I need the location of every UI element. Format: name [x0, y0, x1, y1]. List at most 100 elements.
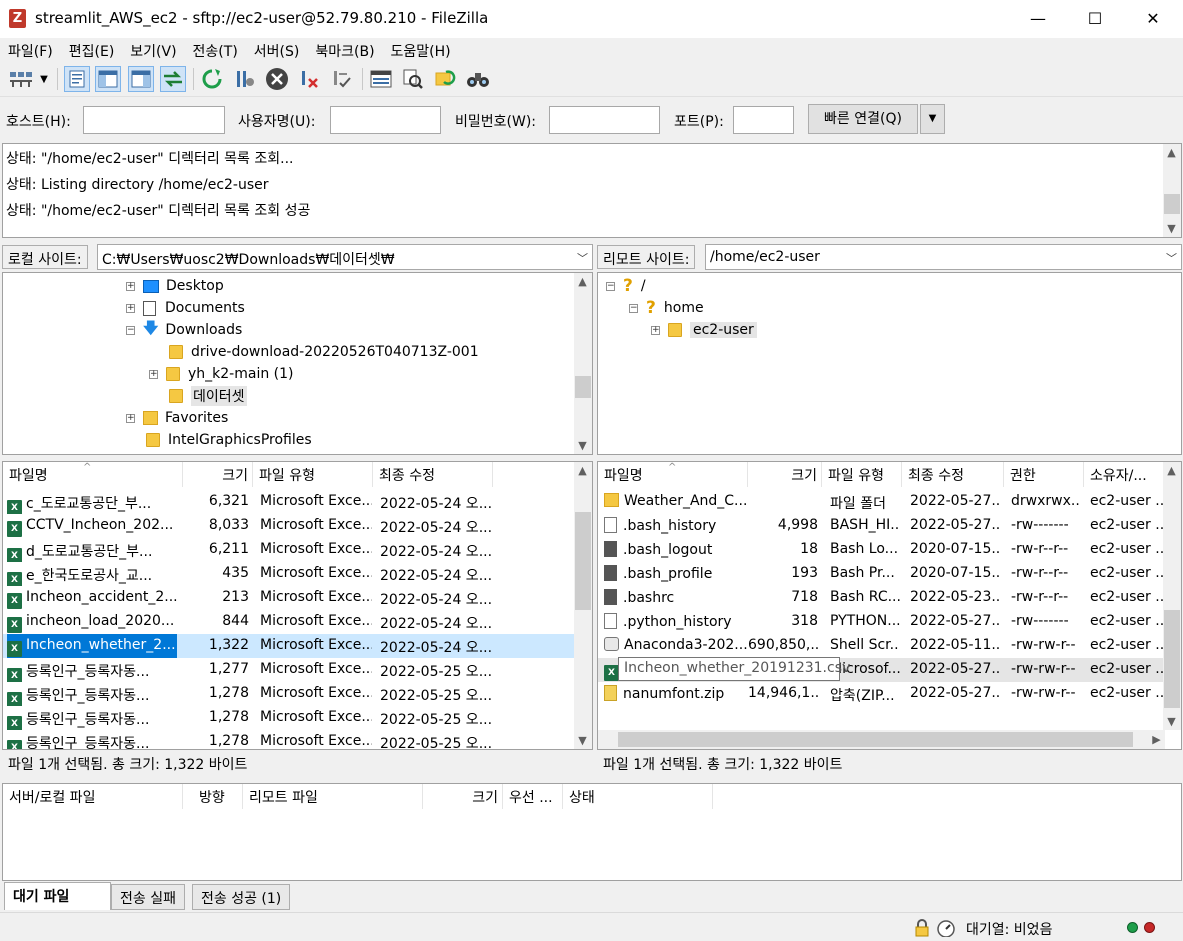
- quickconnect-dropdown-icon[interactable]: ▼: [920, 104, 945, 134]
- tab-failed-transfers[interactable]: 전송 실패: [111, 884, 185, 910]
- quickconnect-button[interactable]: 빠른 연결(Q): [808, 104, 918, 134]
- tab-successful-transfers[interactable]: 전송 성공 (1): [192, 884, 291, 910]
- table-row[interactable]: .bash_history 4,998 BASH_HI... 2022-05-27..…: [598, 514, 1181, 538]
- column-header-size[interactable]: 크기: [183, 462, 253, 487]
- tree-item-documents[interactable]: + Documents: [126, 297, 245, 319]
- remote-path-input[interactable]: /home/ec2-user ﹀: [705, 244, 1182, 270]
- password-input[interactable]: [549, 106, 660, 134]
- tree-item-home[interactable]: −? home: [629, 297, 704, 319]
- file-size: 1,322: [208, 637, 249, 653]
- tree-item-drive-download[interactable]: drive-download-20220526T040713Z-001: [169, 341, 479, 363]
- column-header-permissions[interactable]: 권한: [1004, 462, 1084, 487]
- search-files-icon[interactable]: [465, 66, 491, 92]
- username-input[interactable]: [330, 106, 441, 134]
- table-row[interactable]: X 등록인구_등록자동... 1,278 Microsoft Exce... 2022-…: [3, 730, 592, 749]
- toggle-queue-icon[interactable]: [160, 66, 186, 92]
- column-header-type[interactable]: 파일 유형: [822, 462, 902, 487]
- site-manager-dropdown-icon[interactable]: ▼: [37, 66, 51, 92]
- table-row[interactable]: X CCTV_Incheon_202... 8,033 Microsoft Exce.…: [3, 514, 592, 538]
- chevron-down-icon[interactable]: ﹀: [577, 250, 588, 266]
- minimize-button[interactable]: —: [1009, 0, 1067, 38]
- table-row[interactable]: X 등록인구_등록자동... 1,277 Microsoft Exce... 2022-…: [3, 658, 592, 682]
- table-row[interactable]: nanumfont.zip 14,946,1... 압축(ZIP... 2022-05…: [598, 682, 1181, 706]
- table-row[interactable]: .bash_logout 18 Bash Lo... 2020-07-15... -rw…: [598, 538, 1181, 562]
- toggle-local-tree-icon[interactable]: [95, 66, 121, 92]
- maximize-button[interactable]: ☐: [1066, 0, 1124, 38]
- menu-bookmarks[interactable]: 북마크(B): [307, 38, 382, 62]
- file-type: Microsoft Exce...: [260, 517, 372, 533]
- table-row[interactable]: .python_history 318 PYTHON... 2022-05-27...…: [598, 610, 1181, 634]
- tree-item-favorites[interactable]: + Favorites: [126, 407, 228, 429]
- table-row[interactable]: Xc_도로교통공단_부... 6,321 Microsoft Exce... 2022…: [3, 490, 592, 514]
- table-row[interactable]: Anaconda3-202... 690,850,... Shell Scr... 2…: [598, 634, 1181, 658]
- tree-item-yh-k2-main[interactable]: + yh_k2-main (1): [149, 363, 294, 385]
- tree-item-downloads[interactable]: − 🡇 Downloads: [126, 319, 242, 341]
- column-header-owner[interactable]: 소유자/...: [1084, 462, 1164, 487]
- synchronized-browsing-icon[interactable]: [432, 66, 458, 92]
- refresh-icon[interactable]: [199, 66, 225, 92]
- send-indicator-icon: [1144, 922, 1155, 933]
- local-list-scrollbar[interactable]: ▲ ▼: [574, 462, 592, 749]
- file-type: Microsoft Exce...: [260, 637, 372, 653]
- host-input[interactable]: [83, 106, 225, 134]
- queue-header-size[interactable]: 크기: [423, 784, 503, 809]
- log-scrollbar[interactable]: ▲ ▼: [1163, 144, 1181, 237]
- table-row[interactable]: X Incheon_accident_2... 213 Microsoft Exce.…: [3, 586, 592, 610]
- remote-list-scrollbar[interactable]: ▲ ▼: [1163, 462, 1181, 730]
- cancel-operation-icon[interactable]: [264, 66, 290, 92]
- tree-item-root[interactable]: −? /: [606, 275, 646, 297]
- directory-listing-filter-icon[interactable]: [368, 66, 394, 92]
- table-row[interactable]: .bashrc 718 Bash RC... 2022-05-23... -rw-r--…: [598, 586, 1181, 610]
- table-row[interactable]: X Incheon_whether_2... 1,322 Microsoft Exce…: [3, 634, 592, 658]
- download-arrow-icon: 🡇: [143, 318, 159, 337]
- column-header-size[interactable]: 크기: [748, 462, 822, 487]
- table-row[interactable]: Xe_한국도로공사_교... 435 Microsoft Exce... 2022-0…: [3, 562, 592, 586]
- tree-item-desktop[interactable]: + Desktop: [126, 275, 224, 297]
- tree-item-intelgraphicsprofiles[interactable]: IntelGraphicsProfiles: [146, 429, 312, 451]
- disconnect-icon[interactable]: [297, 66, 323, 92]
- table-row[interactable]: X 등록인구_등록자동... 1,278 Microsoft Exce... 2022-…: [3, 706, 592, 730]
- toggle-remote-tree-icon[interactable]: [128, 66, 154, 92]
- column-header-filename[interactable]: 파일명 ^: [3, 462, 183, 487]
- queue-header-remote-file[interactable]: 리모트 파일: [243, 784, 423, 809]
- toggle-log-icon[interactable]: [64, 66, 90, 92]
- menu-view[interactable]: 보기(V): [122, 38, 184, 62]
- reconnect-icon[interactable]: [329, 66, 355, 92]
- table-row[interactable]: .bash_profile 193 Bash Pr... 2020-07-15... -…: [598, 562, 1181, 586]
- column-header-filename[interactable]: 파일명 ^: [598, 462, 748, 487]
- menu-file[interactable]: 파일(F): [0, 38, 61, 62]
- menu-server[interactable]: 서버(S): [246, 38, 308, 62]
- tree-item-ec2-user[interactable]: + ec2-user: [651, 319, 757, 341]
- menu-edit[interactable]: 편집(E): [61, 38, 123, 62]
- local-tree-scrollbar[interactable]: ▲ ▼: [574, 273, 592, 454]
- queue-header-local-file[interactable]: 서버/로컬 파일: [3, 784, 183, 809]
- password-label: 비밀번호(W):: [455, 114, 537, 130]
- collapse-icon: −: [606, 280, 615, 291]
- table-row[interactable]: Weather_And_C... 파일 폴더 2022-05-27... drwxrw…: [598, 490, 1181, 514]
- menu-transfer[interactable]: 전송(T): [185, 38, 246, 62]
- column-header-type[interactable]: 파일 유형: [253, 462, 373, 487]
- port-input[interactable]: [733, 106, 794, 134]
- username-label: 사용자명(U):: [238, 114, 316, 130]
- tab-queued-files[interactable]: 대기 파일: [4, 882, 111, 910]
- table-row[interactable]: Xincheon_load_2020... 844 Microsoft Exce..…: [3, 610, 592, 634]
- speed-limit-icon[interactable]: [936, 919, 956, 938]
- remote-list-hscrollbar[interactable]: ▶: [598, 730, 1165, 749]
- column-header-modified[interactable]: 최종 수정: [373, 462, 493, 487]
- menu-help[interactable]: 도움말(H): [383, 38, 459, 62]
- close-button[interactable]: ✕: [1124, 0, 1182, 38]
- queue-header-status[interactable]: 상태: [563, 784, 713, 809]
- table-row[interactable]: Xd_도로교통공단_부... 6,211 Microsoft Exce... 2022…: [3, 538, 592, 562]
- chevron-down-icon[interactable]: ﹀: [1166, 250, 1177, 266]
- local-path-input[interactable]: C:₩Users₩uosc2₩Downloads₩데이터셋₩ ﹀: [97, 244, 593, 270]
- tree-item-dataset[interactable]: 데이터셋: [169, 385, 247, 407]
- queue-header-direction[interactable]: 방향: [183, 784, 243, 809]
- site-manager-icon[interactable]: [6, 66, 36, 92]
- column-header-modified[interactable]: 최종 수정: [902, 462, 1004, 487]
- process-queue-icon[interactable]: [232, 66, 258, 92]
- lock-icon[interactable]: [914, 919, 930, 937]
- excel-file-icon: X: [7, 500, 22, 514]
- compare-directories-icon[interactable]: [400, 66, 426, 92]
- table-row[interactable]: X 등록인구_등록자동... 1,278 Microsoft Exce... 2022-…: [3, 682, 592, 706]
- queue-header-priority[interactable]: 우선 ...: [503, 784, 563, 809]
